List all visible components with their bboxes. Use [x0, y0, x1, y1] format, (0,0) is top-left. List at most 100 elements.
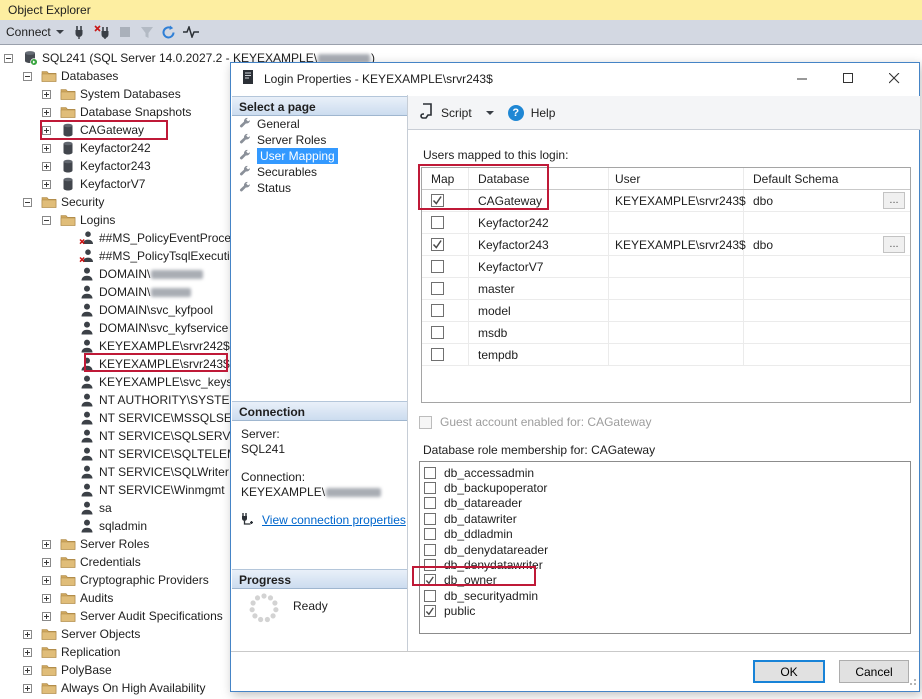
expand-icon[interactable]	[42, 144, 51, 153]
user-icon	[79, 356, 95, 372]
ok-button[interactable]: OK	[753, 660, 825, 683]
expand-icon[interactable]	[42, 162, 51, 171]
cell-database: tempdb	[469, 344, 609, 365]
table-row-tempdb[interactable]: tempdb	[422, 344, 910, 366]
map-checkbox[interactable]	[431, 348, 444, 361]
script-dropdown-icon[interactable]	[486, 111, 494, 115]
map-checkbox[interactable]	[431, 304, 444, 317]
expand-icon[interactable]	[42, 90, 51, 99]
role-checkbox[interactable]	[424, 559, 436, 571]
collapse-icon[interactable]	[4, 54, 13, 63]
page-item-general[interactable]: General	[239, 116, 300, 132]
role-label: db_denydatareader	[444, 543, 548, 557]
disconnect-plug-icon[interactable]	[92, 22, 114, 42]
dialog-title: Login Properties - KEYEXAMPLE\srvr243$	[264, 72, 493, 86]
expand-icon[interactable]	[42, 558, 51, 567]
map-checkbox[interactable]	[431, 194, 444, 207]
minimize-button[interactable]	[779, 63, 825, 94]
expand-icon[interactable]	[42, 108, 51, 117]
collapse-icon[interactable]	[42, 216, 51, 225]
redacted-username	[151, 288, 191, 297]
close-button[interactable]	[871, 63, 917, 94]
wrench-icon	[239, 117, 251, 132]
page-item-status[interactable]: Status	[239, 180, 291, 196]
role-label: db_accessadmin	[444, 466, 534, 480]
user-icon	[79, 446, 95, 462]
table-row-master[interactable]: master	[422, 278, 910, 300]
collapse-icon[interactable]	[23, 72, 32, 81]
server-icon	[22, 50, 38, 66]
role-item-db-denydatawriter[interactable]: db_denydatawriter	[420, 557, 910, 572]
wrench-icon	[239, 149, 251, 164]
help-icon[interactable]: ?	[508, 105, 524, 121]
role-item-public[interactable]: public	[420, 604, 910, 619]
table-row-keyfactorv7[interactable]: KeyfactorV7	[422, 256, 910, 278]
connection-label: Connection:	[241, 470, 305, 484]
expand-icon[interactable]	[42, 126, 51, 135]
role-checkbox[interactable]	[424, 467, 436, 479]
connect-dropdown-button[interactable]: Connect	[0, 23, 70, 41]
role-checkbox[interactable]	[424, 574, 436, 586]
user-icon	[79, 338, 95, 354]
expand-icon[interactable]	[42, 180, 51, 189]
role-checkbox[interactable]	[424, 590, 436, 602]
maximize-button[interactable]	[825, 63, 871, 94]
user-mapping-table: Map Database User Default Schema CAGatew…	[421, 167, 911, 403]
map-checkbox[interactable]	[431, 238, 444, 251]
script-button[interactable]: Script	[441, 106, 472, 120]
table-row-msdb[interactable]: msdb	[422, 322, 910, 344]
expand-icon[interactable]	[23, 630, 32, 639]
table-row-keyfactor243[interactable]: Keyfactor243 KEYEXAMPLE\srvr243$ dbo...	[422, 234, 910, 256]
map-checkbox[interactable]	[431, 326, 444, 339]
page-item-user-mapping[interactable]: User Mapping	[239, 148, 338, 164]
refresh-icon[interactable]	[158, 22, 180, 42]
folder-icon	[41, 626, 57, 642]
role-item-db-denydatareader[interactable]: db_denydatareader	[420, 542, 910, 557]
role-checkbox[interactable]	[424, 528, 436, 540]
expand-icon[interactable]	[42, 576, 51, 585]
expand-icon[interactable]	[42, 594, 51, 603]
expand-icon[interactable]	[23, 684, 32, 693]
activity-monitor-icon[interactable]	[180, 22, 202, 42]
folder-icon	[60, 554, 76, 570]
folder-icon	[60, 572, 76, 588]
browse-schema-button[interactable]: ...	[883, 236, 905, 253]
role-checkbox[interactable]	[424, 497, 436, 509]
role-checkbox[interactable]	[424, 513, 436, 525]
page-item-server-roles[interactable]: Server Roles	[239, 132, 326, 148]
role-item-db-accessadmin[interactable]: db_accessadmin	[420, 465, 910, 480]
role-item-db-datawriter[interactable]: db_datawriter	[420, 511, 910, 526]
table-row-keyfactor242[interactable]: Keyfactor242	[422, 212, 910, 234]
role-checkbox[interactable]	[424, 605, 436, 617]
map-checkbox[interactable]	[431, 282, 444, 295]
wrench-icon	[239, 133, 251, 148]
connection-header: Connection	[232, 401, 407, 421]
cancel-button[interactable]: Cancel	[839, 660, 909, 683]
expand-icon[interactable]	[42, 612, 51, 621]
cell-database: CAGateway	[469, 190, 609, 211]
connect-plug-icon[interactable]	[70, 22, 92, 42]
role-item-db-ddladmin[interactable]: db_ddladmin	[420, 527, 910, 542]
database-role-list: db_accessadmin db_backupoperator db_data…	[419, 461, 911, 634]
role-item-db-datareader[interactable]: db_datareader	[420, 496, 910, 511]
role-checkbox[interactable]	[424, 544, 436, 556]
table-row-model[interactable]: model	[422, 300, 910, 322]
map-checkbox[interactable]	[431, 216, 444, 229]
collapse-icon[interactable]	[23, 198, 32, 207]
help-button[interactable]: Help	[531, 106, 556, 120]
table-row-cagateway[interactable]: CAGateway KEYEXAMPLE\srvr243$ dbo...	[422, 190, 910, 212]
resize-grip[interactable]	[907, 675, 917, 689]
map-checkbox[interactable]	[431, 260, 444, 273]
page-item-securables[interactable]: Securables	[239, 164, 317, 180]
role-item-db-backupoperator[interactable]: db_backupoperator	[420, 480, 910, 495]
expand-icon[interactable]	[23, 666, 32, 675]
expand-icon[interactable]	[42, 540, 51, 549]
expand-icon[interactable]	[23, 648, 32, 657]
role-item-db-owner[interactable]: db_owner	[420, 573, 910, 588]
role-item-db-securityadmin[interactable]: db_securityadmin	[420, 588, 910, 603]
view-connection-properties-link[interactable]: View connection properties	[262, 513, 406, 527]
browse-schema-button[interactable]: ...	[883, 192, 905, 209]
server-label: Server:	[241, 427, 280, 441]
role-checkbox[interactable]	[424, 482, 436, 494]
wrench-icon	[239, 181, 251, 196]
